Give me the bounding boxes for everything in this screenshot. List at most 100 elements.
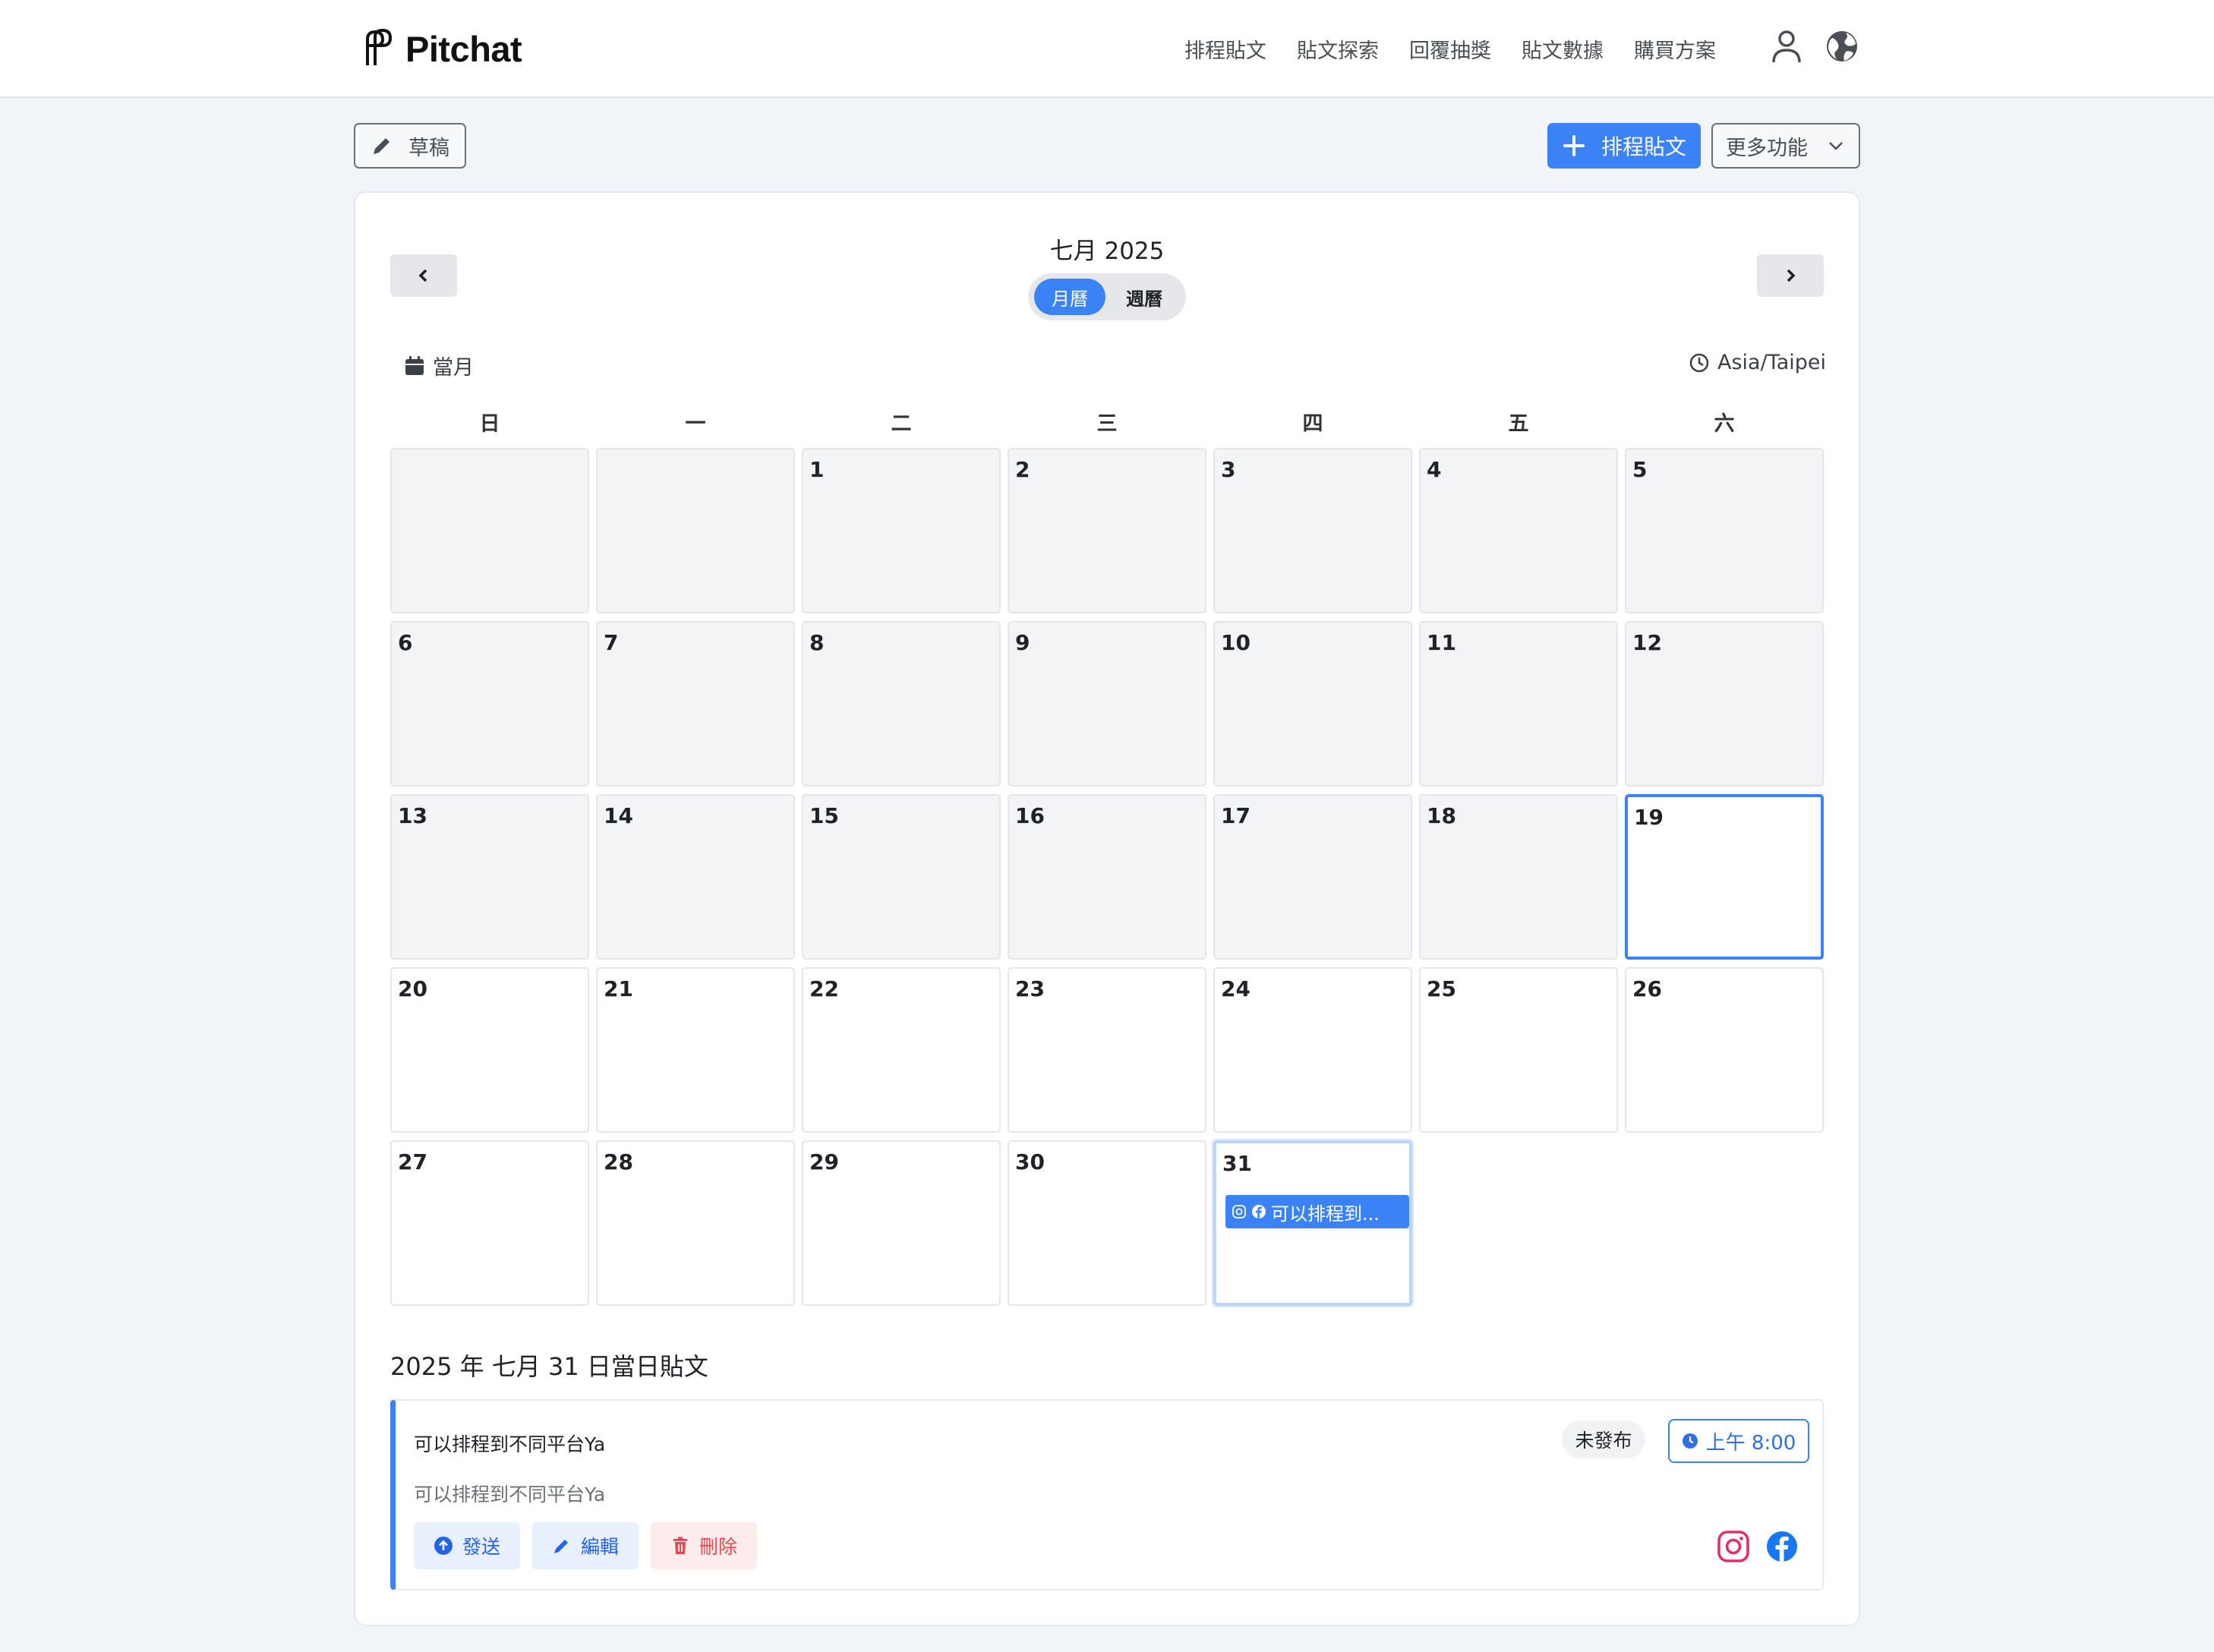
calendar-day[interactable]: 26: [1625, 967, 1824, 1133]
day-number: 7: [604, 630, 619, 655]
calendar-day[interactable]: 16: [1008, 794, 1206, 960]
calendar-day[interactable]: 13: [390, 794, 589, 960]
schedule-post-button[interactable]: 排程貼文: [1547, 123, 1701, 169]
month-view-tab[interactable]: 月曆: [1034, 279, 1105, 315]
day-number: 1: [809, 457, 825, 482]
scheduled-time-label: 上午 8:00: [1705, 1431, 1796, 1455]
calendar-day[interactable]: 28: [596, 1140, 795, 1306]
weekday-header: 三: [1096, 412, 1118, 436]
day-number: 27: [398, 1149, 427, 1174]
prev-month-button[interactable]: [390, 254, 457, 297]
day-number: 13: [398, 803, 427, 828]
calendar-day[interactable]: 24: [1213, 967, 1412, 1133]
day-number: 26: [1632, 976, 1662, 1001]
pencil-icon: [374, 138, 390, 154]
globe-icon[interactable]: [1823, 27, 1861, 65]
nav-links: 排程貼文 貼文探索 回覆抽獎 貼文數據 購買方案: [1184, 30, 1746, 67]
calendar-day[interactable]: 27: [390, 1140, 589, 1306]
more-features-dropdown[interactable]: 更多功能: [1711, 123, 1860, 169]
send-post-button[interactable]: 發送: [414, 1522, 520, 1569]
calendar-icon: [405, 355, 424, 375]
nav-link-pricing[interactable]: 購買方案: [1634, 34, 1716, 64]
day-number: 29: [809, 1149, 839, 1174]
calendar-day[interactable]: 10: [1213, 621, 1412, 787]
calendar-day[interactable]: 23: [1008, 967, 1206, 1133]
calendar-day[interactable]: 20: [390, 967, 589, 1133]
day-number: 11: [1427, 630, 1456, 655]
calendar-day-empty: [390, 448, 589, 613]
calendar-event-chip[interactable]: 可以排程到...: [1225, 1195, 1409, 1228]
drafts-button[interactable]: 草稿: [354, 123, 466, 169]
upload-circle-icon: [434, 1537, 453, 1555]
calendar-day[interactable]: 17: [1213, 794, 1412, 960]
day-number: 17: [1221, 803, 1250, 828]
drafts-button-label: 草稿: [408, 136, 449, 160]
current-month-button[interactable]: 當月: [404, 351, 474, 380]
instagram-icon: [1717, 1531, 1749, 1562]
day-number: 25: [1427, 976, 1456, 1001]
calendar-day[interactable]: 30: [1008, 1140, 1206, 1306]
instagram-icon: [1232, 1205, 1246, 1219]
calendar-month-title: 七月 2025: [1049, 238, 1165, 265]
calendar-day[interactable]: 2: [1008, 448, 1206, 613]
calendar-day[interactable]: 7: [596, 621, 795, 787]
facebook-icon: [1767, 1531, 1797, 1562]
calendar-day-selected[interactable]: 31 可以排程到...: [1213, 1140, 1412, 1306]
calendar-day[interactable]: 9: [1008, 621, 1206, 787]
status-badge: 未發布: [1562, 1420, 1645, 1458]
nav-link-schedule-posts[interactable]: 排程貼文: [1184, 34, 1266, 64]
weekday-header: 六: [1714, 412, 1735, 436]
clock-icon: [1689, 353, 1709, 372]
trash-icon: [673, 1537, 687, 1554]
weekday-header: 日: [479, 412, 500, 436]
calendar-day[interactable]: 6: [390, 621, 589, 787]
post-title: 可以排程到不同平台Ya: [414, 1433, 606, 1455]
day-number: 12: [1632, 630, 1662, 655]
day-number: 14: [604, 803, 633, 828]
pitchat-logo-icon: [366, 29, 393, 65]
next-month-button[interactable]: [1757, 254, 1824, 297]
day-number: 22: [809, 976, 839, 1001]
calendar-day[interactable]: 25: [1419, 967, 1618, 1133]
user-icon[interactable]: [1768, 27, 1806, 65]
calendar-day[interactable]: 4: [1419, 448, 1618, 613]
calendar-day-today[interactable]: 19: [1625, 794, 1824, 960]
brand-logo[interactable]: Pitchat: [361, 26, 522, 71]
nav-link-post-analytics[interactable]: 貼文數據: [1522, 34, 1604, 64]
day-number: 4: [1427, 457, 1442, 482]
calendar-day[interactable]: 22: [802, 967, 1001, 1133]
chevron-down-icon: [1829, 142, 1843, 150]
calendar-day[interactable]: 5: [1625, 448, 1824, 613]
calendar-day[interactable]: 29: [802, 1140, 1001, 1306]
top-navbar: Pitchat 排程貼文 貼文探索 回覆抽獎 貼文數據 購買方案: [0, 0, 2214, 98]
day-number: 6: [398, 630, 413, 655]
nav-link-reply-lottery[interactable]: 回覆抽獎: [1409, 34, 1491, 64]
delete-post-label: 刪除: [699, 1536, 737, 1558]
day-number: 30: [1015, 1149, 1045, 1174]
day-number: 9: [1015, 630, 1030, 655]
more-features-label: 更多功能: [1726, 136, 1808, 160]
weekday-header: 四: [1302, 412, 1323, 436]
day-posts-heading: 2025 年 七月 31 日當日貼文: [390, 1352, 708, 1381]
calendar-day[interactable]: 1: [802, 448, 1001, 613]
calendar-day[interactable]: 11: [1419, 621, 1618, 787]
edit-post-button[interactable]: 編輯: [532, 1522, 639, 1569]
nav-link-post-explore[interactable]: 貼文探索: [1297, 34, 1379, 64]
calendar-day[interactable]: 12: [1625, 621, 1824, 787]
calendar-day[interactable]: 14: [596, 794, 795, 960]
view-toggle: 月曆 週曆: [1028, 273, 1186, 320]
pencil-icon: [554, 1540, 568, 1553]
calendar-day[interactable]: 21: [596, 967, 795, 1133]
timezone-label: Asia/Taipei: [1717, 351, 1827, 374]
calendar-day[interactable]: 15: [802, 794, 1001, 960]
day-number: 15: [809, 803, 839, 828]
day-number: 18: [1427, 803, 1456, 828]
weekday-header: 一: [685, 412, 706, 436]
calendar-day[interactable]: 3: [1213, 448, 1412, 613]
delete-post-button[interactable]: 刪除: [651, 1522, 757, 1569]
week-view-tab[interactable]: 週曆: [1109, 279, 1180, 315]
calendar-day[interactable]: 18: [1419, 794, 1618, 960]
calendar-day[interactable]: 8: [802, 621, 1001, 787]
day-number: 3: [1221, 457, 1236, 482]
scheduled-time-badge[interactable]: 上午 8:00: [1668, 1419, 1809, 1463]
